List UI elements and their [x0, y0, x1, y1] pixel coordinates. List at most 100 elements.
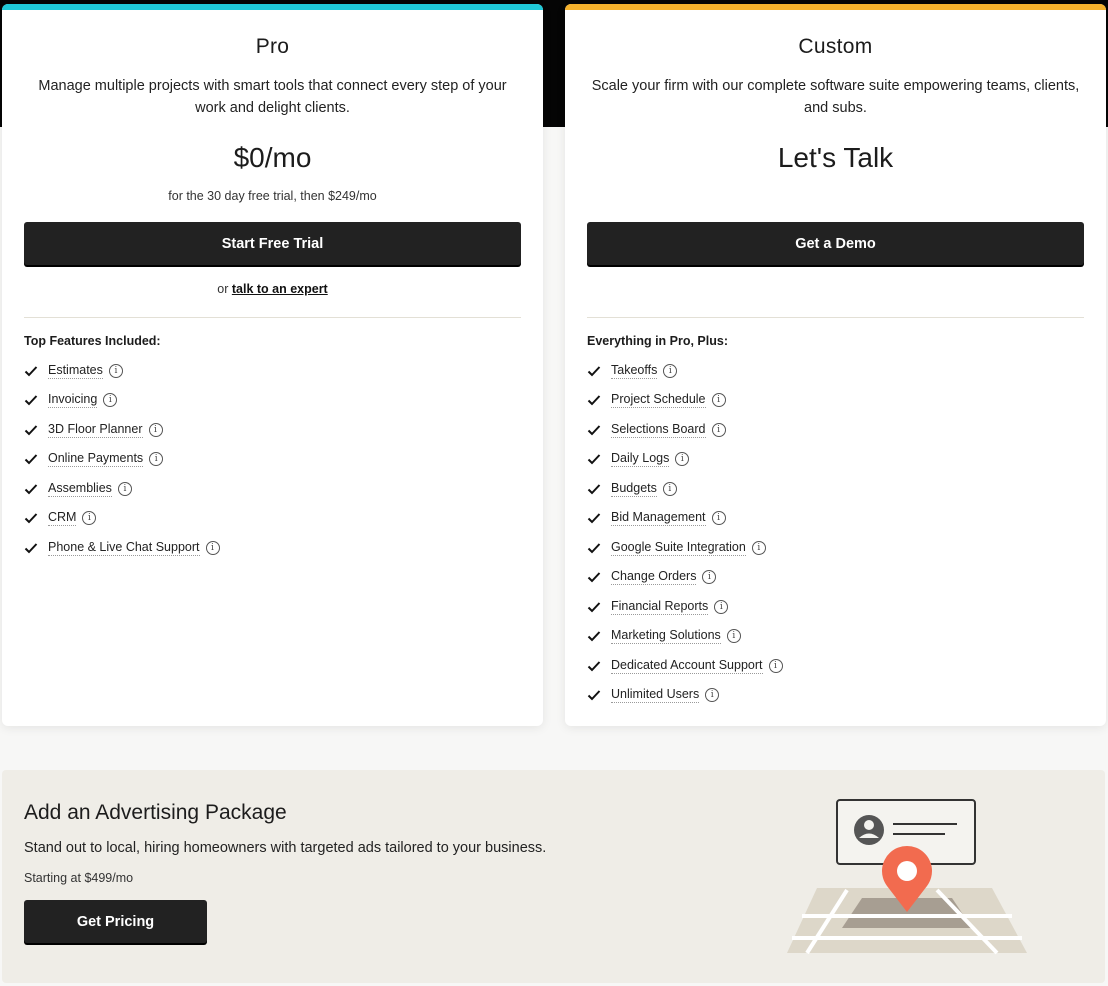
- advertising-package-panel: Add an Advertising Package Stand out to …: [2, 770, 1105, 983]
- info-icon[interactable]: i: [711, 393, 726, 408]
- checkmark-icon: [587, 513, 601, 524]
- get-pricing-button[interactable]: Get Pricing: [24, 900, 207, 943]
- feature-label[interactable]: 3D Floor Planner: [48, 422, 143, 438]
- checkmark-icon: [587, 631, 601, 642]
- info-icon[interactable]: i: [108, 363, 123, 378]
- checkmark-icon: [587, 572, 601, 583]
- feature-label[interactable]: Project Schedule: [611, 392, 706, 409]
- feature-item: Phone & Live Chat Support i: [24, 533, 220, 563]
- get-a-demo-button[interactable]: Get a Demo: [587, 222, 1084, 265]
- feature-item: Selections Board i: [587, 415, 783, 445]
- start-free-trial-button[interactable]: Start Free Trial: [24, 222, 521, 265]
- plan-price: Let's Talk: [777, 142, 894, 173]
- talk-to-expert-link[interactable]: talk to an expert: [232, 282, 328, 296]
- feature-label[interactable]: Google Suite Integration: [611, 540, 746, 556]
- feature-label[interactable]: Change Orders: [611, 569, 697, 586]
- feature-item: Dedicated Account Support i: [587, 651, 783, 681]
- feature-item: Google Suite Integration i: [587, 533, 783, 563]
- feature-label[interactable]: Invoicing: [48, 392, 98, 409]
- custom-plan-card: Custom Scale your firm with our complete…: [565, 4, 1106, 726]
- feature-label[interactable]: Marketing Solutions: [611, 628, 721, 645]
- feature-item: CRM i: [24, 504, 220, 534]
- info-icon[interactable]: i: [751, 540, 766, 555]
- info-icon[interactable]: i: [711, 511, 726, 526]
- info-icon[interactable]: i: [662, 481, 677, 496]
- features-title: Top Features Included:: [24, 334, 161, 348]
- checkmark-icon: [587, 690, 601, 701]
- checkmark-icon: [24, 454, 38, 465]
- feature-item: Budgets i: [587, 474, 783, 504]
- feature-label[interactable]: Bid Management: [611, 510, 706, 527]
- info-icon[interactable]: i: [714, 599, 729, 614]
- feature-label[interactable]: Takeoffs: [611, 363, 658, 379]
- feature-label[interactable]: Financial Reports: [611, 599, 709, 615]
- checkmark-icon: [587, 661, 601, 672]
- checkmark-icon: [24, 395, 38, 406]
- feature-item: Change Orders i: [587, 563, 783, 593]
- feature-item: Takeoffs i: [587, 356, 783, 386]
- info-icon[interactable]: i: [663, 363, 678, 378]
- ad-price: Starting at $499/mo: [24, 871, 134, 885]
- ad-title: Add an Advertising Package: [24, 801, 287, 824]
- feature-label[interactable]: Dedicated Account Support: [611, 658, 763, 674]
- info-icon[interactable]: i: [103, 393, 118, 408]
- info-icon[interactable]: i: [205, 540, 220, 555]
- info-icon[interactable]: i: [149, 452, 164, 467]
- info-icon[interactable]: i: [117, 481, 132, 496]
- checkmark-icon: [24, 366, 38, 377]
- info-icon[interactable]: i: [148, 422, 163, 437]
- feature-item: 3D Floor Planner i: [24, 415, 220, 445]
- features-title: Everything in Pro, Plus:: [587, 334, 728, 348]
- checkmark-icon: [587, 454, 601, 465]
- feature-label[interactable]: Daily Logs: [611, 451, 670, 468]
- talk-to-expert-line: or talk to an expert: [2, 282, 543, 296]
- checkmark-icon: [24, 513, 38, 524]
- info-icon[interactable]: i: [711, 422, 726, 437]
- plan-description: Manage multiple projects with smart tool…: [38, 78, 507, 116]
- ad-description: Stand out to local, hiring homeowners wi…: [24, 840, 547, 856]
- checkmark-icon: [24, 425, 38, 436]
- plan-name: Custom: [798, 35, 873, 58]
- feature-label[interactable]: Unlimited Users: [611, 687, 700, 704]
- pro-plan-card: Pro Manage multiple projects with smart …: [2, 4, 543, 726]
- feature-item: Unlimited Users i: [587, 681, 783, 711]
- price-note: for the 30 day free trial, then $249/mo: [168, 189, 377, 203]
- checkmark-icon: [587, 543, 601, 554]
- alt-prefix: or: [217, 282, 229, 296]
- info-icon[interactable]: i: [702, 570, 717, 585]
- feature-item: Project Schedule i: [587, 386, 783, 416]
- feature-label[interactable]: Budgets: [611, 481, 657, 497]
- plan-name: Pro: [255, 35, 290, 58]
- feature-label[interactable]: Online Payments: [48, 451, 144, 468]
- feature-item: Financial Reports i: [587, 592, 783, 622]
- feature-list: Takeoffs i Project Schedule i Selections Boa…: [587, 356, 783, 710]
- divider: [24, 317, 521, 318]
- info-icon[interactable]: i: [675, 452, 690, 467]
- info-icon[interactable]: i: [768, 658, 783, 673]
- checkmark-icon: [24, 543, 38, 554]
- feature-item: Bid Management i: [587, 504, 783, 534]
- info-icon[interactable]: i: [705, 688, 720, 703]
- checkmark-icon: [587, 484, 601, 495]
- feature-item: Online Payments i: [24, 445, 220, 475]
- feature-item: Estimates i: [24, 356, 220, 386]
- pro-accent-bar: [2, 4, 543, 10]
- info-icon[interactable]: i: [726, 629, 741, 644]
- feature-label[interactable]: Phone & Live Chat Support: [48, 540, 200, 556]
- feature-item: Daily Logs i: [587, 445, 783, 475]
- feature-item: Invoicing i: [24, 386, 220, 416]
- checkmark-icon: [24, 484, 38, 495]
- feature-label[interactable]: Assemblies: [48, 481, 112, 497]
- feature-label[interactable]: CRM: [48, 510, 77, 527]
- plan-description: Scale your firm with our complete softwa…: [591, 78, 1080, 116]
- feature-label[interactable]: Estimates: [48, 363, 103, 379]
- plan-price: $0/mo: [233, 142, 312, 173]
- custom-accent-bar: [565, 4, 1106, 10]
- checkmark-icon: [587, 602, 601, 613]
- feature-label[interactable]: Selections Board: [611, 422, 706, 438]
- feature-item: Marketing Solutions i: [587, 622, 783, 652]
- checkmark-icon: [587, 366, 601, 377]
- info-icon[interactable]: i: [82, 511, 97, 526]
- checkmark-icon: [587, 425, 601, 436]
- divider: [587, 317, 1084, 318]
